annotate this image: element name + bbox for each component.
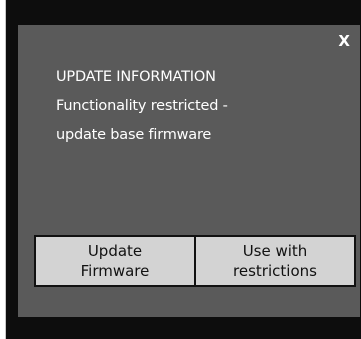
update-firmware-button[interactable]: Update Firmware — [36, 237, 194, 285]
use-with-restrictions-label-line2: restrictions — [233, 262, 317, 280]
dialog-message: UPDATE INFORMATION Functionality restric… — [56, 63, 228, 150]
dialog-button-bar: Update Firmware Use with restrictions — [34, 235, 356, 287]
screen-frame: X UPDATE INFORMATION Functionality restr… — [5, 0, 361, 339]
message-line-2: update base firmware — [56, 127, 212, 143]
message-line-1: Functionality restricted - — [56, 98, 228, 114]
update-firmware-label-line2: Firmware — [80, 262, 150, 280]
use-with-restrictions-label-line1: Use with — [242, 242, 308, 260]
update-dialog: X UPDATE INFORMATION Functionality restr… — [18, 25, 360, 317]
update-firmware-label-line1: Update — [87, 242, 143, 260]
close-button[interactable]: X — [338, 31, 350, 51]
use-with-restrictions-button[interactable]: Use with restrictions — [196, 237, 354, 285]
dialog-title: UPDATE INFORMATION — [56, 69, 216, 85]
